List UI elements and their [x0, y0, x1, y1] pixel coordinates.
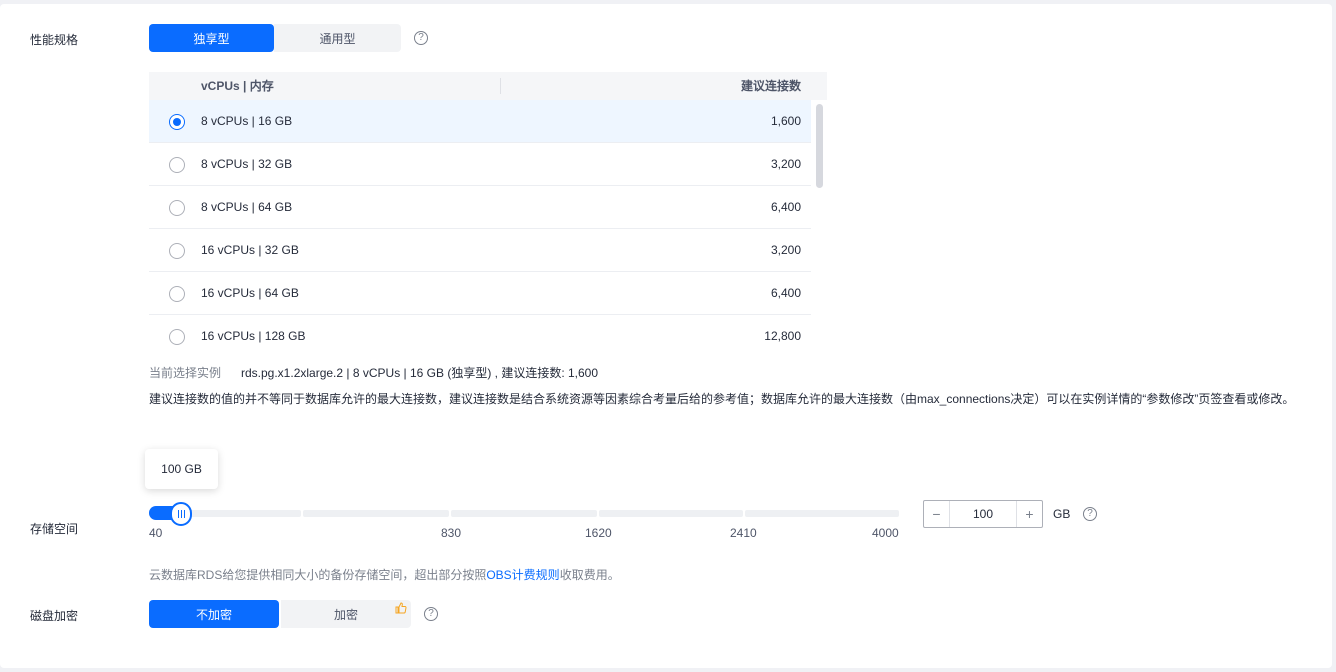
encryption-switch: 不加密 加密 [149, 600, 411, 628]
slider-tick-label: 2410 [730, 526, 757, 540]
spec-cell: 8 vCPUs | 64 GB [201, 200, 293, 214]
backup-note-prefix: 云数据库RDS给您提供相同大小的备份存储空间，超出部分按照 [149, 568, 487, 582]
slider-track-segment[interactable] [451, 510, 597, 517]
spec-table-header: vCPUs | 内存 建议连接数 [149, 72, 827, 100]
spec-cell: 16 vCPUs | 64 GB [201, 286, 299, 300]
question-circle-icon[interactable]: ? [424, 607, 438, 621]
type-exclusive-button[interactable]: 独享型 [149, 24, 274, 52]
radio-button[interactable] [169, 114, 185, 130]
slider-track-segment[interactable] [303, 510, 449, 517]
storage-stepper: − + [923, 500, 1043, 528]
connections-cell: 3,200 [770, 157, 801, 171]
no-encryption-button[interactable]: 不加密 [149, 600, 279, 628]
slider-tick-label: 4000 [872, 526, 899, 540]
spec-table-body: 8 vCPUs | 16 GB 1,600 8 vCPUs | 32 GB 3,… [149, 100, 827, 351]
radio-button[interactable] [169, 329, 185, 345]
storage-value-tooltip: 100 GB [145, 449, 218, 489]
slider-tick-label: 1620 [585, 526, 612, 540]
encryption-button[interactable]: 加密 [281, 600, 411, 628]
question-circle-icon[interactable]: ? [1083, 507, 1097, 521]
connections-cell: 1,600 [770, 114, 801, 128]
plus-icon[interactable]: + [1016, 501, 1042, 527]
table-scrollbar-thumb[interactable] [816, 104, 823, 188]
radio-button[interactable] [169, 200, 185, 216]
table-row[interactable]: 16 vCPUs | 128 GB 12,800 [149, 315, 811, 351]
connections-cell: 6,400 [770, 200, 801, 214]
storage-label: 存储空间 [30, 522, 79, 536]
slider-track-segment[interactable] [599, 510, 743, 517]
performance-label: 性能规格 [30, 33, 79, 47]
backup-note-suffix: 收取费用。 [559, 568, 620, 582]
instance-type-switch: 独享型 通用型 [149, 24, 401, 52]
spec-cell: 16 vCPUs | 128 GB [201, 329, 306, 343]
backup-note: 云数据库RDS给您提供相同大小的备份存储空间，超出部分按照OBS计费规则收取费用… [149, 566, 620, 583]
table-row[interactable]: 16 vCPUs | 32 GB 3,200 [149, 229, 811, 272]
table-row[interactable]: 8 vCPUs | 16 GB 1,600 [149, 100, 811, 143]
storage-input[interactable] [950, 501, 1016, 527]
table-row[interactable]: 8 vCPUs | 32 GB 3,200 [149, 143, 811, 186]
slider-tick-label: 830 [441, 526, 462, 540]
connections-note: 建议连接数的值的并不等同于数据库允许的最大连接数，建议连接数是结合系统资源等因素… [149, 392, 1295, 406]
table-row[interactable]: 8 vCPUs | 64 GB 6,400 [149, 186, 811, 229]
radio-button[interactable] [169, 243, 185, 259]
current-selection-value: rds.pg.x1.2xlarge.2 | 8 vCPUs | 16 GB (独… [241, 366, 599, 380]
connections-cell: 6,400 [770, 286, 801, 300]
current-selection-label: 当前选择实例 [149, 366, 222, 380]
obs-billing-link[interactable]: OBS计费规则 [486, 568, 559, 582]
connections-cell: 3,200 [770, 243, 801, 257]
connections-cell: 12,800 [764, 329, 801, 343]
question-circle-icon[interactable]: ? [414, 31, 428, 45]
spec-cell: 8 vCPUs | 16 GB [201, 114, 293, 128]
column-divider [500, 78, 501, 94]
radio-button[interactable] [169, 157, 185, 173]
slider-tick-label: 40 [149, 526, 163, 540]
radio-button[interactable] [169, 286, 185, 302]
encryption-label: 磁盘加密 [30, 609, 79, 623]
table-row[interactable]: 16 vCPUs | 64 GB 6,400 [149, 272, 811, 315]
type-general-button[interactable]: 通用型 [274, 24, 401, 52]
slider-track-segment[interactable] [745, 510, 899, 517]
encryption-button-label: 加密 [333, 607, 358, 622]
spec-cell: 16 vCPUs | 32 GB [201, 243, 299, 257]
minus-icon[interactable]: − [924, 501, 950, 527]
column-header-connections: 建议连接数 [740, 79, 801, 93]
column-header-spec: vCPUs | 内存 [201, 79, 274, 93]
spec-cell: 8 vCPUs | 32 GB [201, 157, 293, 171]
slider-handle[interactable] [170, 502, 192, 526]
storage-unit: GB [1053, 507, 1071, 521]
thumbs-up-icon [395, 602, 407, 614]
